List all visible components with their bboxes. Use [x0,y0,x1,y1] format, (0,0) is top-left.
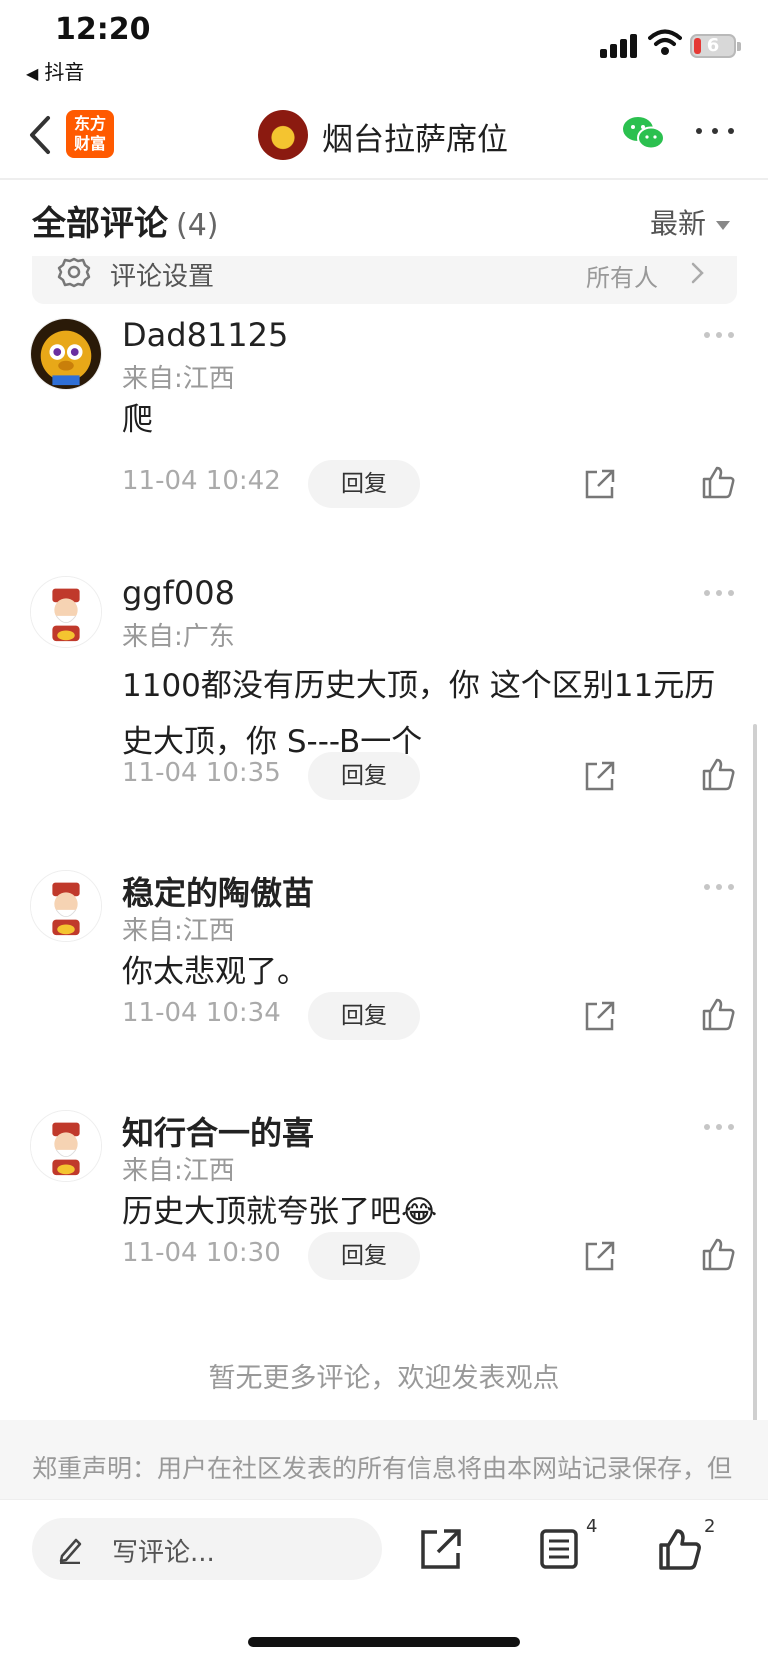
bottom-action-bar: 写评论... 4 2 [0,1500,768,1663]
comment-text: 1100都没有历史大顶，你 这个区别11元历史大顶，你 S---B一个 [122,668,716,760]
comment-location: 来自:广东 [122,622,235,652]
reply-button[interactable]: 回复 [308,460,420,508]
reply-button[interactable]: 回复 [308,1232,420,1280]
thumbs-up-icon[interactable] [700,464,736,500]
comment-username[interactable]: Dad81125 [122,316,288,354]
comment-username[interactable]: 稳定的陶傲苗 [122,868,314,914]
reply-button[interactable]: 回复 [308,992,420,1040]
status-bar: 12:20 ◀ 抖音 6 [0,0,768,92]
comment-time: 11-04 10:34 [122,998,281,1028]
scrollbar[interactable] [753,724,757,1424]
comments-count: (4) [176,208,219,243]
channel-title[interactable]: 烟台拉萨席位 [322,114,508,159]
comment-text: 你太悲观了。 [122,954,308,990]
back-to-app-link[interactable]: ◀ 抖音 [26,56,84,85]
disclaimer-text: 郑重声明：用户在社区发表的所有信息将由本网站记录保存，但代表作者个人观点，与本网… [32,1454,733,1483]
pencil-icon [59,1538,82,1564]
share-icon[interactable] [582,758,618,794]
comments-header: 全部评论 (4) [32,196,219,245]
caret-down-icon [716,220,731,230]
back-triangle-icon: ◀ [26,64,39,83]
cellular-signal-icon [600,30,640,58]
comment-location: 来自:江西 [122,916,235,946]
disclaimer-section: 郑重声明：用户在社区发表的所有信息将由本网站记录保存，但代表作者个人观点，与本网… [0,1420,768,1500]
back-chevron-icon[interactable] [22,110,66,160]
comment-location: 来自:江西 [122,1156,235,1186]
sort-dropdown[interactable]: 最新 [650,202,731,242]
channel-avatar[interactable] [258,110,308,160]
thumbs-up-icon[interactable] [700,756,736,792]
comment-text: 爬 [122,402,153,438]
status-time: 12:20 [55,12,151,47]
write-comment-input[interactable]: 写评论... [32,1518,382,1580]
write-comment-placeholder: 写评论... [112,1538,215,1568]
comment-more-icon[interactable] [704,882,736,892]
comment-settings-value: 所有人 [586,264,658,292]
user-avatar[interactable] [30,318,102,390]
sort-label: 最新 [650,207,707,240]
no-more-comments-text: 暂无更多评论，欢迎发表观点 [208,1363,560,1394]
wifi-icon [648,29,682,55]
comments-title: 全部评论 [32,204,168,244]
chevron-right-icon [691,262,704,284]
user-avatar[interactable] [30,1110,102,1182]
thumbs-up-icon[interactable] [656,1526,702,1572]
battery-level: 6 [706,35,720,56]
battery-icon: 6 [690,34,736,58]
share-icon[interactable] [582,1238,618,1274]
share-icon[interactable] [582,466,618,502]
comment-more-icon[interactable] [704,330,736,340]
comment-settings-row[interactable]: 评论设置 所有人 [32,256,737,304]
thumbs-up-icon[interactable] [700,996,736,1032]
comment-more-icon[interactable] [704,588,736,598]
comment-time: 11-04 10:35 [122,758,281,788]
home-indicator[interactable] [248,1637,520,1647]
comments-count-badge: 4 [586,1516,598,1537]
wechat-share-icon[interactable] [622,114,666,154]
share-icon[interactable] [582,998,618,1034]
comment-more-icon[interactable] [704,1122,736,1132]
gear-icon [57,257,91,288]
user-avatar[interactable] [30,576,102,648]
back-app-label: 抖音 [44,60,85,84]
comment-time: 11-04 10:42 [122,466,281,496]
thumbs-up-icon[interactable] [700,1236,736,1272]
comment-location: 来自:江西 [122,364,235,394]
likes-count-badge: 2 [704,1516,716,1537]
top-nav-bar: 东方 财富 烟台拉萨席位 [0,96,768,180]
app-logo: 东方 财富 [66,110,114,158]
share-icon[interactable] [418,1526,464,1572]
comment-settings-label: 评论设置 [110,262,215,292]
comment-text: 历史大顶就夸张了吧😂 [122,1194,438,1230]
comment-time: 11-04 10:30 [122,1238,281,1268]
comments-list-icon[interactable] [536,1526,582,1572]
comment-username[interactable]: 知行合一的喜 [122,1108,314,1154]
user-avatar[interactable] [30,870,102,942]
reply-button[interactable]: 回复 [308,752,420,800]
comment-username[interactable]: ggf008 [122,574,235,612]
more-options-icon[interactable] [694,120,736,144]
